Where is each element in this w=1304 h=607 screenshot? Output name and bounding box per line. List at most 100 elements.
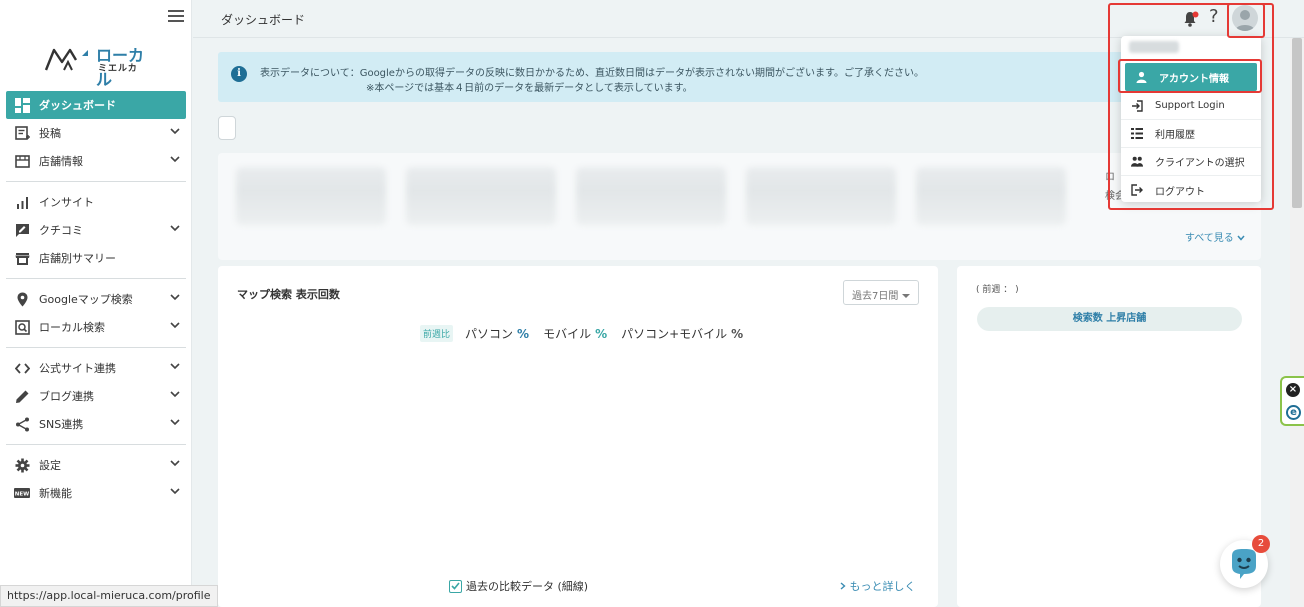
sidebar-item-label: 店舗情報 bbox=[39, 155, 83, 168]
more-details-label: もっと詳しく bbox=[849, 580, 916, 593]
legend-label-total: パソコン+モバイル bbox=[621, 327, 728, 341]
chevron-down-icon bbox=[170, 128, 180, 135]
sidebar-item-blog[interactable]: ブログ連携 bbox=[0, 382, 192, 410]
svg-text:NEW: NEW bbox=[15, 491, 29, 497]
close-icon[interactable]: × bbox=[1286, 383, 1300, 397]
sidebar-item-label: 公式サイト連携 bbox=[39, 362, 116, 375]
chevron-down-icon bbox=[170, 294, 180, 301]
sidebar-item-label: 新機能 bbox=[39, 487, 72, 500]
status-bar-url: https://app.local-mieruca.com/profile bbox=[0, 585, 218, 607]
gear-icon bbox=[14, 457, 30, 473]
sidebar-divider bbox=[6, 347, 186, 348]
sidebar-item-sns[interactable]: SNS連携 bbox=[0, 410, 192, 438]
sidebar-item-google-map-search[interactable]: Googleマップ検索 bbox=[0, 285, 192, 313]
bell-icon[interactable] bbox=[1183, 10, 1199, 31]
legend-value-total: % bbox=[731, 326, 744, 341]
store-icon bbox=[14, 153, 30, 169]
sidebar-item-label: 設定 bbox=[39, 459, 61, 472]
caret-down-icon bbox=[902, 294, 911, 298]
sidebar: ローカル ミエルカ ダッシュボード 投稿 店舗情報 インサイト クチコミ 店舗別… bbox=[0, 0, 192, 607]
banner-line-1: 表示データについて：Googleからの取得データの反映に数日かかるため、直近数日… bbox=[260, 68, 924, 79]
sidebar-item-label: 店舗別サマリー bbox=[39, 252, 116, 265]
sidebar-divider bbox=[6, 181, 186, 182]
summary-panel: ロ 検会 すべて見る bbox=[218, 153, 1261, 260]
menu-item-label: 利用履歴 bbox=[1155, 130, 1195, 141]
chat-badge: 2 bbox=[1252, 535, 1270, 553]
storefront-icon bbox=[14, 250, 30, 266]
compare-checkbox[interactable] bbox=[449, 579, 462, 593]
code-icon bbox=[14, 360, 30, 376]
chevron-down-icon bbox=[1237, 235, 1245, 241]
history-list-icon bbox=[1131, 128, 1143, 139]
legend-value-pc: % bbox=[517, 326, 530, 341]
chevron-down-icon bbox=[170, 156, 180, 163]
extension-widget[interactable]: × e bbox=[1280, 376, 1304, 426]
banner-line-2: ※本ページでは基本４日前のデータを最新データとして表示しています。 bbox=[366, 83, 693, 94]
menu-item-label: ログアウト bbox=[1155, 186, 1205, 198]
ranking-card: ( 前週 ： ) 検索数 上昇店舗 bbox=[957, 266, 1261, 607]
menu-item-account-info[interactable]: アカウント情報 bbox=[1125, 63, 1257, 91]
hamburger-menu-icon[interactable] bbox=[168, 10, 184, 22]
local-search-icon bbox=[14, 319, 30, 335]
logo-mark-icon bbox=[44, 48, 88, 71]
person-icon bbox=[1135, 71, 1147, 83]
menu-item-label: Support Login bbox=[1155, 100, 1225, 111]
period-select[interactable]: 過去7日間 bbox=[843, 280, 919, 305]
scrollbar[interactable] bbox=[1290, 38, 1304, 607]
blurred-summary-item bbox=[746, 167, 896, 225]
sidebar-item-dashboard[interactable]: ダッシュボード bbox=[6, 91, 186, 119]
sidebar-item-store-summary[interactable]: 店舗別サマリー bbox=[0, 244, 192, 272]
help-icon[interactable]: ? bbox=[1209, 6, 1219, 27]
extension-e-icon[interactable]: e bbox=[1286, 405, 1301, 420]
logo[interactable]: ローカル ミエルカ bbox=[44, 42, 154, 89]
menu-item-logout[interactable]: ログアウト bbox=[1121, 176, 1261, 204]
pencil-icon bbox=[14, 388, 30, 404]
people-icon bbox=[1131, 156, 1143, 167]
sidebar-item-settings[interactable]: 設定 bbox=[0, 451, 192, 479]
blurred-summary-item bbox=[916, 167, 1066, 225]
compare-toggle[interactable]: 過去の比較データ (細線) bbox=[449, 578, 588, 594]
sidebar-item-new-features[interactable]: NEW 新機能 bbox=[0, 479, 192, 507]
card-title: マップ検索 表示回数 bbox=[237, 288, 340, 301]
store-select-box[interactable] bbox=[218, 116, 236, 140]
sidebar-item-reviews[interactable]: クチコミ bbox=[0, 216, 192, 244]
chevron-down-icon bbox=[170, 363, 180, 370]
map-pin-icon bbox=[14, 291, 30, 307]
dashboard-icon bbox=[14, 97, 30, 113]
sidebar-item-local-search[interactable]: ローカル検索 bbox=[0, 313, 192, 341]
chevron-right-icon bbox=[840, 582, 846, 590]
avatar[interactable] bbox=[1232, 5, 1258, 31]
blurred-summary-item bbox=[576, 167, 726, 225]
menu-item-select-client[interactable]: クライアントの選択 bbox=[1121, 148, 1261, 176]
menu-item-usage-history[interactable]: 利用履歴 bbox=[1121, 120, 1261, 148]
chevron-down-icon bbox=[170, 322, 180, 329]
scroll-thumb[interactable] bbox=[1292, 38, 1302, 208]
chart-legend: 前週比 パソコン % モバイル % パソコン+モバイル % bbox=[420, 325, 757, 342]
sidebar-item-insight[interactable]: インサイト bbox=[0, 188, 192, 216]
sidebar-item-label: クチコミ bbox=[39, 224, 83, 237]
sidebar-item-label: ダッシュボード bbox=[39, 99, 116, 112]
info-icon: i bbox=[231, 66, 247, 82]
week-compare-tag: 前週比 bbox=[420, 325, 454, 342]
post-icon bbox=[14, 125, 30, 141]
legend-label-mobile: モバイル bbox=[543, 327, 592, 341]
account-dropdown: アカウント情報 Support Login 利用履歴 クライアントの選択 ログア… bbox=[1121, 36, 1261, 202]
new-badge-icon: NEW bbox=[14, 485, 30, 501]
sidebar-item-label: インサイト bbox=[39, 196, 94, 209]
share-icon bbox=[14, 416, 30, 432]
more-details-link[interactable]: もっと詳しく bbox=[840, 578, 916, 594]
sidebar-item-official-site[interactable]: 公式サイト連携 bbox=[0, 354, 192, 382]
sidebar-item-store-info[interactable]: 店舗情報 bbox=[0, 147, 192, 175]
chat-button[interactable]: 2 bbox=[1220, 535, 1270, 588]
sidebar-divider bbox=[6, 278, 186, 279]
ranking-tab[interactable]: 検索数 上昇店舗 bbox=[977, 307, 1242, 331]
see-all-link[interactable]: すべて見る bbox=[1185, 229, 1245, 244]
blurred-summary-item bbox=[406, 167, 556, 225]
see-all-label: すべて見る bbox=[1184, 233, 1234, 244]
sidebar-item-label: Googleマップ検索 bbox=[39, 293, 133, 306]
prev-week-label: ( 前週 ： ) bbox=[976, 285, 1019, 295]
menu-item-label: アカウント情報 bbox=[1159, 73, 1229, 85]
sidebar-item-posts[interactable]: 投稿 bbox=[0, 119, 192, 147]
bar-chart-icon bbox=[14, 194, 30, 210]
menu-item-support-login[interactable]: Support Login bbox=[1121, 92, 1261, 120]
